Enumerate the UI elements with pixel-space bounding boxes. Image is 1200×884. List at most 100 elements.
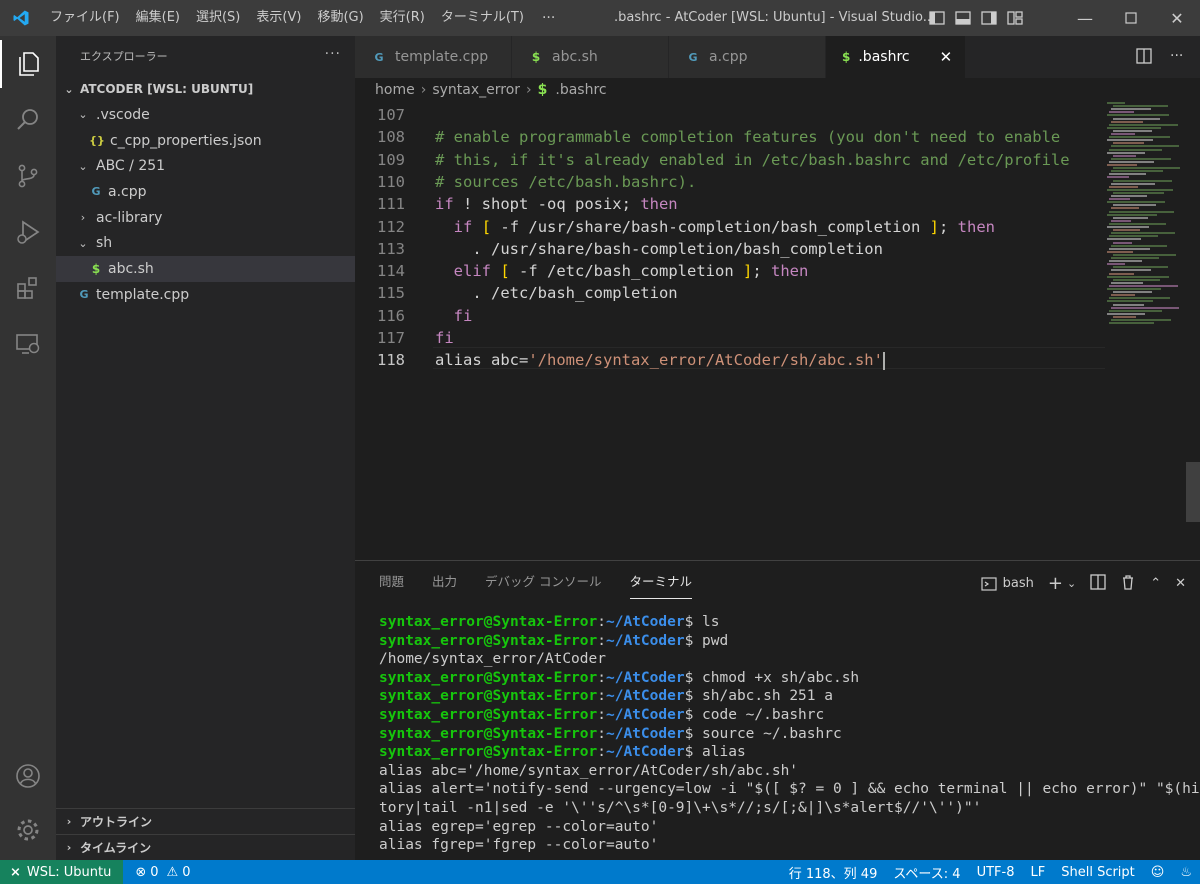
minimap-line <box>1109 284 1178 287</box>
menu-item[interactable]: ターミナル(T) <box>433 0 532 36</box>
terminal-prompt-user: syntax_error@Syntax-Error <box>379 744 598 761</box>
search-icon[interactable] <box>0 96 56 144</box>
breadcrumb-home[interactable]: home <box>375 82 415 98</box>
notifications-bell-icon[interactable]: ♨ <box>1172 865 1200 880</box>
toggle-primary-sidebar-icon[interactable] <box>928 9 946 27</box>
menu-item[interactable]: 実行(R) <box>372 0 433 36</box>
end-of-line[interactable]: LF <box>1022 865 1053 880</box>
close-tab-icon[interactable]: ✕ <box>940 48 953 66</box>
manage-gear-icon[interactable] <box>0 806 56 854</box>
chevron-right-icon: › <box>66 815 72 828</box>
code-token: [ <box>481 217 492 236</box>
code-token: -f /etc/bash_completion <box>509 262 743 281</box>
tree-item-c-cpp-properties-json[interactable]: {} c_cpp_properties.json <box>56 128 355 154</box>
minimap-line <box>1113 154 1136 157</box>
language-mode[interactable]: Shell Script <box>1053 865 1143 880</box>
more-menu-icon[interactable]: ··· <box>532 0 565 36</box>
panel-tab[interactable]: ターミナル <box>629 573 693 599</box>
maximize-panel-icon[interactable]: ⌃ <box>1150 576 1161 591</box>
maximize-button[interactable] <box>1108 0 1154 36</box>
code-editor[interactable]: 107 108 # enable programmable completion f… <box>355 102 1200 560</box>
workspace-root[interactable]: ⌄ ATCODER [WSL: UBUNTU] <box>56 76 355 102</box>
close-panel-icon[interactable]: ✕ <box>1175 576 1186 591</box>
panel-tab[interactable]: 出力 <box>432 573 457 599</box>
customize-layout-icon[interactable] <box>1006 9 1024 27</box>
close-window-button[interactable]: ✕ <box>1154 0 1200 36</box>
problems-indicator[interactable]: ⊗ 0 ⚠ 0 <box>127 865 198 880</box>
minimap-line <box>1113 229 1140 232</box>
terminal-prompt-user: syntax_error@Syntax-Error <box>379 725 598 742</box>
explorer-icon[interactable] <box>0 40 56 88</box>
feedback-icon[interactable]: ☺ <box>1143 865 1173 880</box>
tree-item-template-cpp[interactable]: Gtemplate.cpp <box>56 282 355 308</box>
minimap-line <box>1111 232 1175 235</box>
tree-item-ac-library[interactable]: › ac-library <box>56 205 355 231</box>
timeline-section[interactable]: › タイムライン <box>56 834 355 860</box>
panel-tab[interactable]: 問題 <box>379 573 404 599</box>
cursor-position[interactable]: 行 118、列 49 <box>781 863 886 882</box>
toggle-panel-icon[interactable] <box>954 9 972 27</box>
menu-item[interactable]: 移動(G) <box>309 0 371 36</box>
breadcrumb-file[interactable]: .bashrc <box>555 82 606 98</box>
tab-bashrc[interactable]: $ .bashrc ✕ <box>826 36 966 78</box>
chevron-down-icon[interactable]: ⌄ <box>1067 577 1076 590</box>
tree-item-a-cpp[interactable]: Ga.cpp <box>56 179 355 205</box>
indentation[interactable]: スペース: 4 <box>885 863 968 882</box>
menu-item[interactable]: 表示(V) <box>248 0 309 36</box>
minimize-button[interactable]: — <box>1062 0 1108 36</box>
terminal-output[interactable]: syntax_error@Syntax-Error:~/AtCoder$ ls s… <box>379 613 1200 855</box>
menu-item[interactable]: ファイル(F) <box>42 0 128 36</box>
terminal-prompt-sep: : <box>597 669 606 686</box>
accounts-icon[interactable] <box>0 752 56 800</box>
split-terminal-icon[interactable] <box>1090 573 1106 594</box>
code-token: -f /usr/share/bash-completion/bash_compl… <box>491 217 930 236</box>
status-right: 行 118、列 49 スペース: 4 UTF-8 LF Shell Script… <box>781 860 1200 884</box>
code-token: if <box>453 217 473 236</box>
code-token: . /usr/share/bash-completion/bash_comple… <box>435 239 883 258</box>
encoding[interactable]: UTF-8 <box>969 865 1023 880</box>
terminal-line: syntax_error@Syntax-Error:~/AtCoder$ sou… <box>379 725 1200 744</box>
line-code: fi <box>435 305 473 327</box>
terminal-line: /home/syntax_error/AtCoder <box>379 650 1200 669</box>
tab-label: .bashrc <box>858 49 910 65</box>
more-actions-icon[interactable]: ··· <box>325 46 341 62</box>
explorer-header: エクスプローラー ··· <box>56 36 355 76</box>
remote-explorer-icon[interactable] <box>0 320 56 368</box>
toggle-secondary-sidebar-icon[interactable] <box>980 9 998 27</box>
tab-a-cpp[interactable]: Ga.cpp <box>669 36 826 78</box>
code-token: . /etc/bash_completion <box>435 284 678 303</box>
tree-item-sh[interactable]: ⌄ sh <box>56 230 355 256</box>
more-actions-icon[interactable]: ··· <box>1170 48 1183 68</box>
line-number: 115 <box>377 284 405 303</box>
tab-template-cpp[interactable]: Gtemplate.cpp <box>355 36 512 78</box>
split-editor-icon[interactable] <box>1136 48 1152 68</box>
menu-item[interactable]: 編集(E) <box>128 0 188 36</box>
terminal-prompt-user: syntax_error@Syntax-Error <box>379 669 598 686</box>
remote-indicator[interactable]: ⨯ WSL: Ubuntu <box>0 860 124 884</box>
panel-tab[interactable]: デバッグ コンソール <box>485 573 601 599</box>
file-tree: ⌄ .vscode {} c_cpp_properties.json ⌄ ABC / 25… <box>56 102 355 308</box>
tab-abc-sh[interactable]: $ abc.sh <box>512 36 669 78</box>
tree-item-abc-sh[interactable]: $ abc.sh <box>56 256 355 282</box>
chevron-down-icon: ⌄ <box>78 108 88 122</box>
outline-section[interactable]: › アウトライン <box>56 808 355 834</box>
vscode-logo-icon <box>0 0 42 36</box>
source-control-icon[interactable] <box>0 152 56 200</box>
breadcrumb-user[interactable]: syntax_error <box>432 82 520 98</box>
code-token: elif <box>453 262 491 281</box>
minimap[interactable] <box>1107 102 1187 332</box>
menu-item[interactable]: 選択(S) <box>188 0 248 36</box>
editor-scrollbar[interactable] <box>1186 462 1200 522</box>
new-terminal-icon[interactable]: + <box>1048 573 1063 594</box>
terminal-prompt-symbol: $ <box>684 614 703 630</box>
tree-item-vscode[interactable]: ⌄ .vscode <box>56 102 355 128</box>
trash-icon[interactable] <box>1120 574 1136 594</box>
tree-item-abc-251[interactable]: ⌄ ABC / 251 <box>56 153 355 179</box>
minimap-line <box>1109 297 1170 300</box>
line-code: if ! shopt -oq posix; then <box>435 193 678 215</box>
extensions-icon[interactable] <box>0 264 56 312</box>
run-and-debug-icon[interactable] <box>0 208 56 256</box>
terminal-selector[interactable]: bash <box>981 576 1034 592</box>
code-token: ; <box>752 262 771 281</box>
code-token: ; <box>938 217 958 236</box>
